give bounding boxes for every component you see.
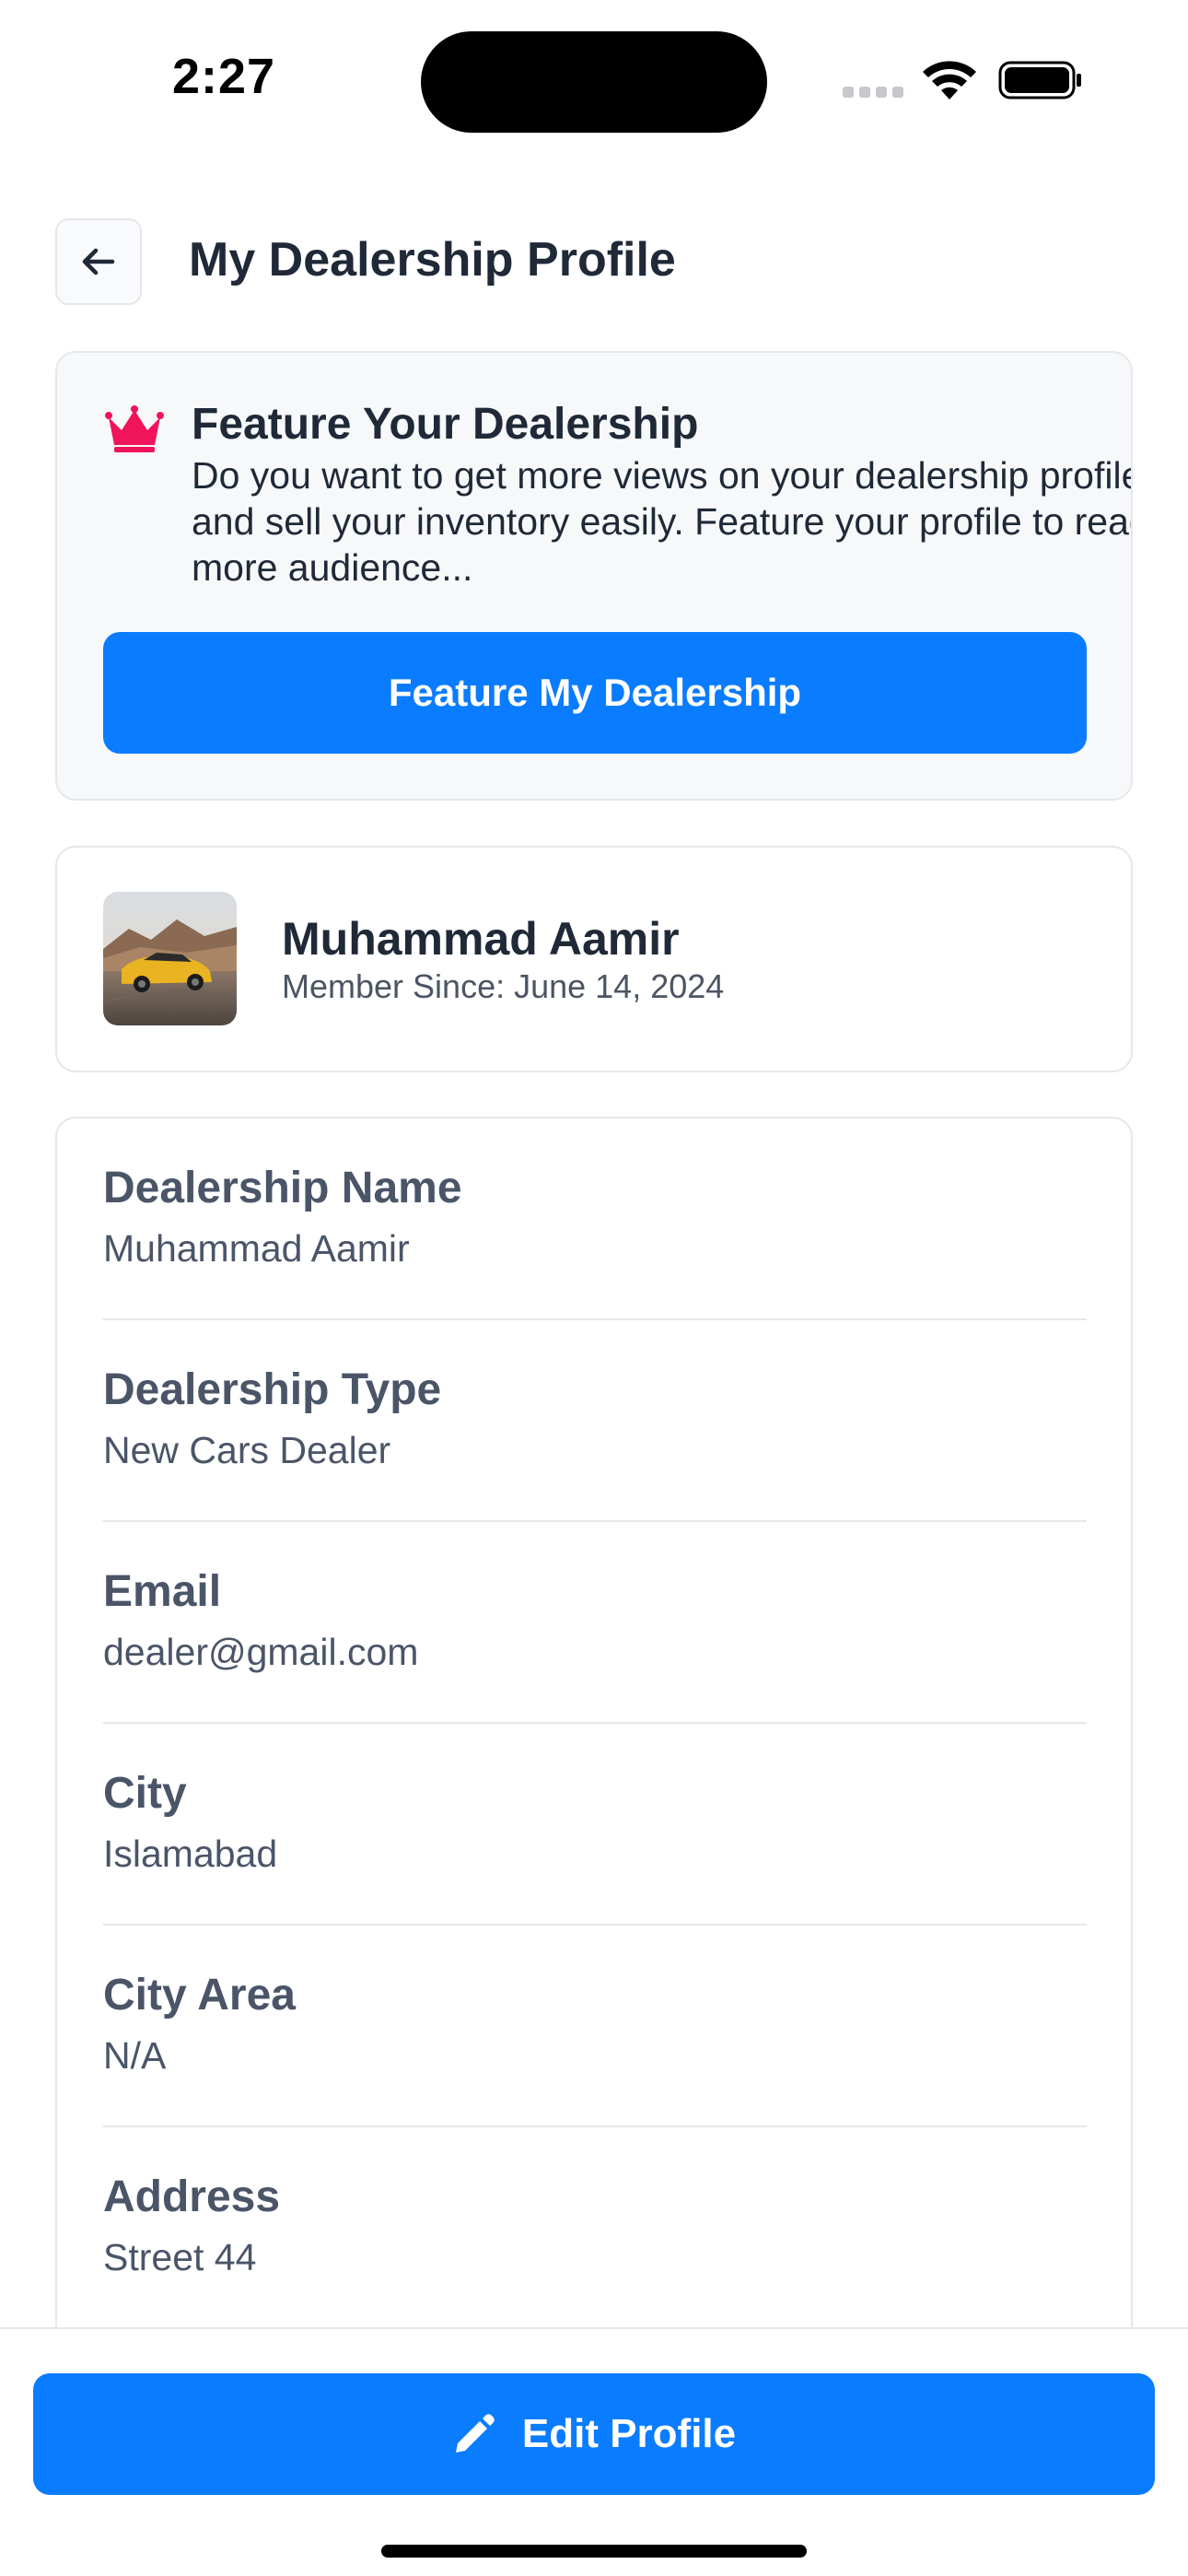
page-title: My Dealership Profile <box>189 233 676 287</box>
detail-row-address: Address Street 44 <box>103 2127 1087 2329</box>
profile-name: Muhammad Aamir <box>282 913 680 965</box>
detail-label: Email <box>103 1567 222 1616</box>
detail-row-dealership-name: Dealership Name Muhammad Aamir <box>103 1118 1087 1320</box>
status-bar: 2:27 <box>0 0 1188 147</box>
detail-label: Address <box>103 2172 281 2221</box>
arrow-left-icon <box>82 248 115 275</box>
detail-row-dealership-type: Dealership Type New Cars Dealer <box>103 1320 1087 1522</box>
avatar <box>103 892 237 1025</box>
detail-row-email: Email dealer@gmail.com <box>103 1522 1087 1724</box>
detail-value: New Cars Dealer <box>103 1429 391 1471</box>
detail-label: City Area <box>103 1971 296 2020</box>
status-time: 2:27 <box>172 49 276 104</box>
detail-row-city: City Islamabad <box>103 1724 1087 1926</box>
edit-profile-label: Edit Profile <box>521 2411 737 2456</box>
wifi-icon <box>923 61 976 100</box>
home-indicator <box>381 2545 807 2558</box>
crown-icon <box>105 405 164 452</box>
feature-title: Feature Your Dealership <box>192 400 699 449</box>
cellular-signal-icon <box>843 87 903 98</box>
dynamic-island <box>421 31 767 133</box>
battery-icon <box>998 61 1081 100</box>
feature-description: Do you want to get more views on your de… <box>192 454 1133 589</box>
detail-value: Islamabad <box>103 1832 278 1875</box>
detail-row-city-area: City Area N/A <box>103 1926 1087 2127</box>
feature-my-dealership-button[interactable]: Feature My Dealership <box>103 632 1087 754</box>
dealership-details-card: Dealership Name Muhammad Aamir Dealershi… <box>55 1117 1133 2406</box>
detail-value: N/A <box>103 2034 167 2077</box>
profile-summary-card: Muhammad Aamir Member Since: June 14, 20… <box>55 846 1133 1072</box>
bottom-action-bar: Edit Profile <box>0 2327 1188 2576</box>
detail-label: Dealership Type <box>103 1365 442 1414</box>
detail-value: Muhammad Aamir <box>103 1227 410 1270</box>
detail-value: Street 44 <box>103 2236 257 2278</box>
edit-profile-button[interactable]: Edit Profile <box>33 2373 1155 2495</box>
back-button[interactable] <box>55 218 142 305</box>
detail-label: Dealership Name <box>103 1164 462 1212</box>
detail-label: City <box>103 1769 187 1818</box>
detail-value: dealer@gmail.com <box>103 1631 419 1673</box>
feature-dealership-card: Feature Your Dealership Do you want to g… <box>55 351 1133 801</box>
pencil-icon <box>455 2414 495 2453</box>
member-since: Member Since: June 14, 2024 <box>282 967 725 1005</box>
